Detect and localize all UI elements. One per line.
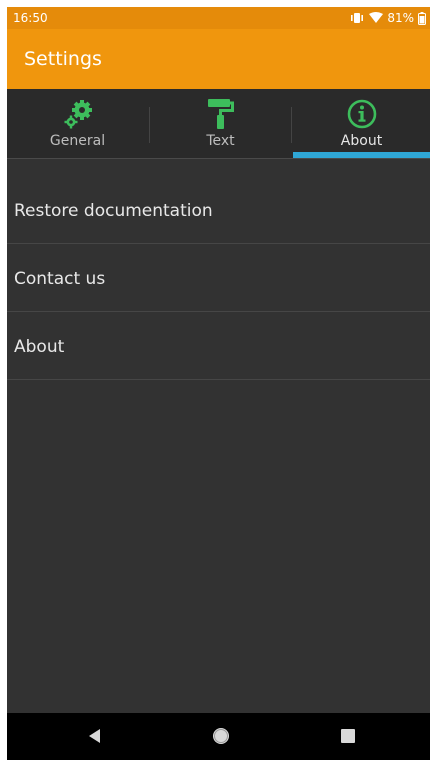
info-icon xyxy=(345,97,379,131)
status-time: 16:50 xyxy=(13,11,48,25)
list-item-contact-us[interactable]: Contact us xyxy=(7,244,430,312)
tab-about[interactable]: About xyxy=(293,89,430,159)
list-item-label: About xyxy=(14,337,65,357)
page-title: Settings xyxy=(24,48,102,70)
list-item-restore-documentation[interactable]: Restore documentation xyxy=(7,159,430,244)
app-bar: Settings xyxy=(7,29,430,89)
tab-divider xyxy=(291,107,292,143)
settings-list: Restore documentation Contact us About xyxy=(7,159,430,380)
list-item-label: Contact us xyxy=(14,269,106,289)
vibrate-icon xyxy=(349,12,365,24)
tab-general-label: General xyxy=(49,133,106,149)
gears-icon xyxy=(61,97,95,131)
battery-percent: 81% xyxy=(387,11,414,25)
tab-text[interactable]: Text xyxy=(150,89,291,159)
home-icon[interactable] xyxy=(209,724,233,748)
tab-bar: General Text About xyxy=(7,89,430,159)
navigation-bar xyxy=(7,713,430,760)
paint-roller-icon xyxy=(204,97,238,131)
tab-text-label: Text xyxy=(206,133,235,149)
device-screen: 16:50 81% Settings General Text About Re… xyxy=(7,7,430,760)
tab-about-label: About xyxy=(340,133,383,149)
list-item-label: Restore documentation xyxy=(14,201,213,221)
wifi-icon xyxy=(369,12,384,24)
recents-icon[interactable] xyxy=(336,724,360,748)
status-icons: 81% xyxy=(349,10,426,26)
list-item-about[interactable]: About xyxy=(7,312,430,380)
battery-icon xyxy=(418,11,426,25)
status-bar: 16:50 81% xyxy=(7,7,430,29)
tab-general[interactable]: General xyxy=(7,89,148,159)
back-icon[interactable] xyxy=(83,724,107,748)
